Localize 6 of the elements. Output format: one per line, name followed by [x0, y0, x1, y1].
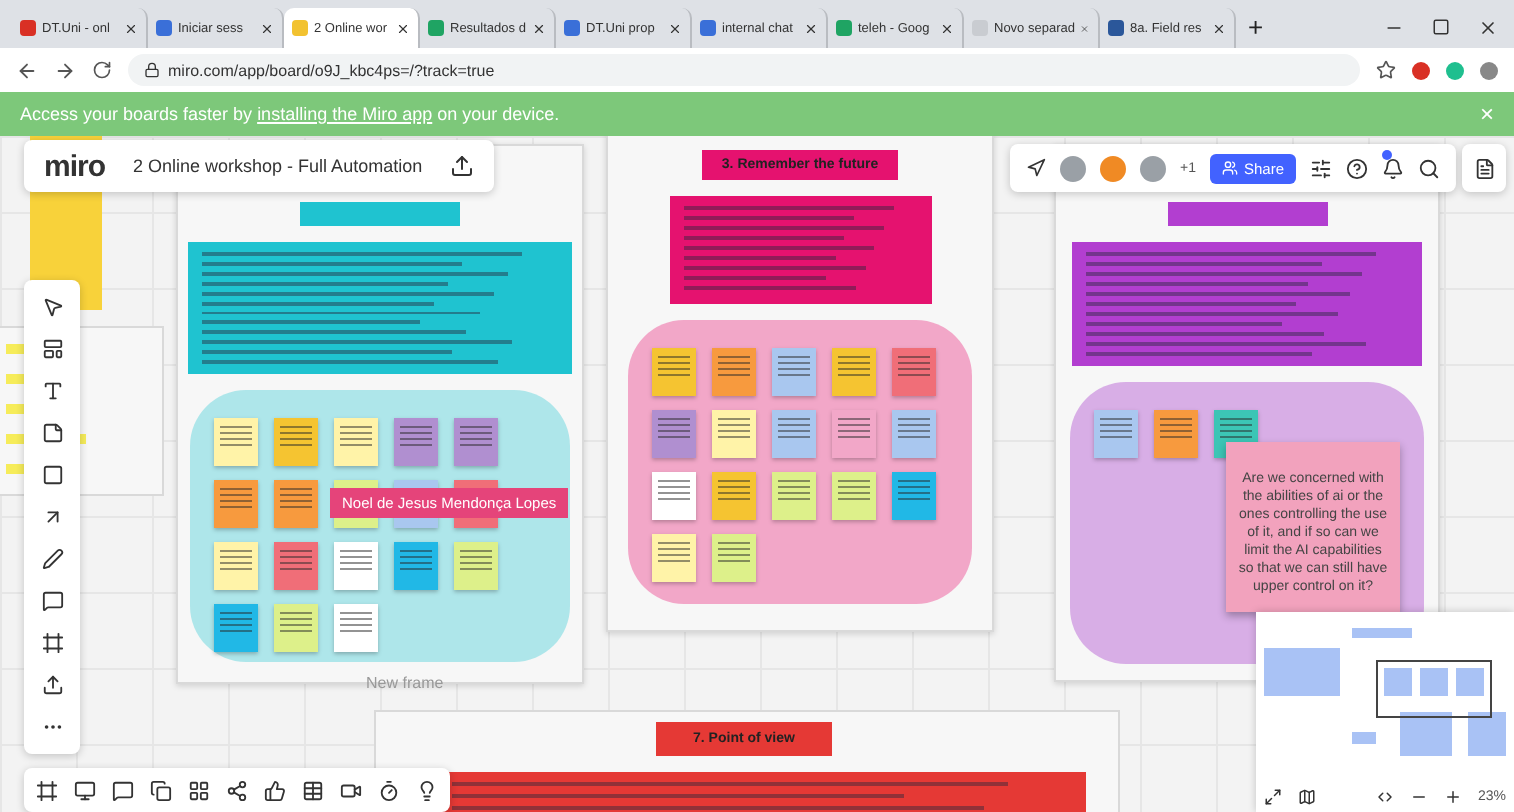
banner-text: Access your boards faster by installing the Miro app on your device. — [20, 104, 562, 124]
new-tab-button[interactable]: + — [1236, 12, 1276, 48]
address-field[interactable]: miro.com/app/board/o9J_kbc4ps=/?track=true — [128, 54, 1360, 86]
miro-logo[interactable]: miro — [44, 149, 106, 183]
board-title[interactable]: 2 Online workshop - Full Automation — [133, 156, 423, 176]
frame-label: New frame — [366, 674, 444, 692]
